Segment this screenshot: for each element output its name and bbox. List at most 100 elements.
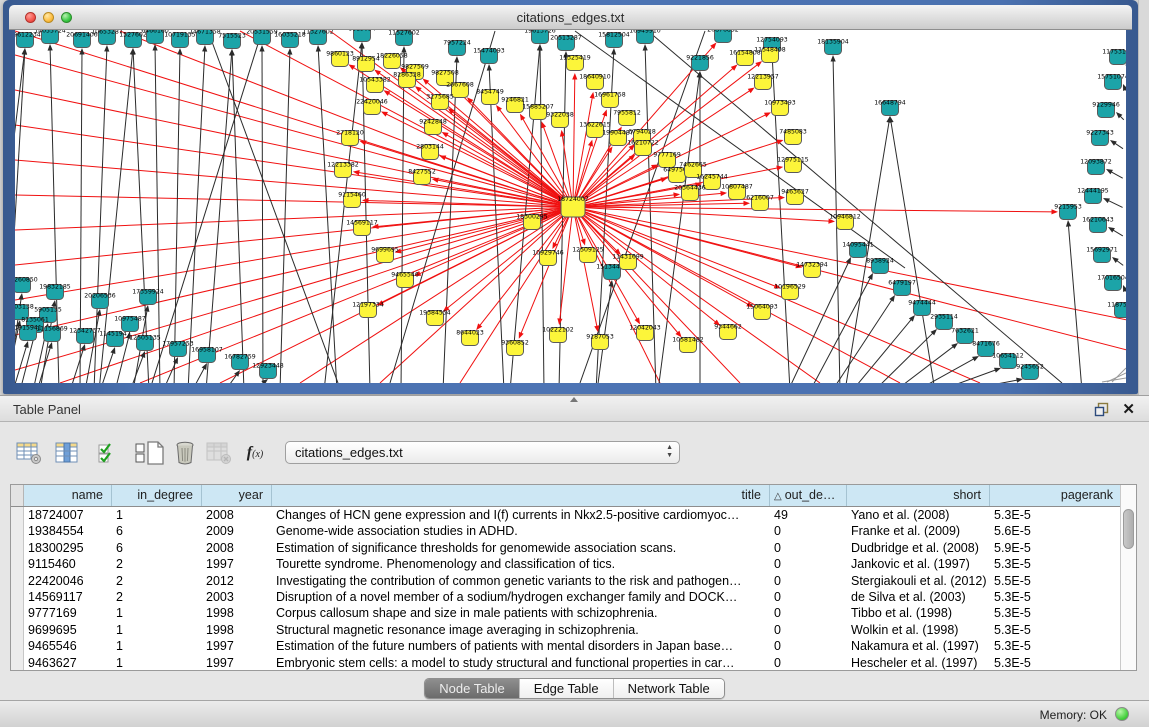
graph-node-label: 9603138: [15, 304, 34, 311]
graph-edge: [578, 210, 750, 305]
graph-node-label: 10946812: [829, 214, 861, 221]
graph-node-label: 11527602: [388, 30, 420, 37]
table-cell-name: 19384554: [24, 523, 112, 539]
close-panel-icon[interactable]: ✕: [1122, 400, 1135, 418]
edge-arrowhead-icon: [1106, 169, 1113, 174]
scrollbar-thumb[interactable]: [1123, 509, 1134, 549]
graph-edge: [15, 160, 573, 207]
graph-edge: [891, 120, 934, 383]
graph-node-label: 6794028: [628, 129, 656, 136]
edge-arrowhead-icon: [889, 295, 895, 302]
float-panel-icon[interactable]: [1094, 402, 1109, 417]
table-row[interactable]: 946362711997Embryonic stem cells: a mode…: [11, 655, 1136, 671]
show-column-icon[interactable]: [52, 439, 82, 467]
graph-edge: [174, 52, 180, 383]
graph-node-label: 10222102: [542, 327, 574, 334]
graph-node-label: 2667608: [446, 82, 474, 89]
edge-arrowhead-icon: [868, 273, 873, 280]
splitter-handle-icon[interactable]: [570, 397, 578, 402]
table-row[interactable]: 946554611997Estimation of the future num…: [11, 638, 1136, 654]
graph-edge: [791, 261, 850, 383]
edge-arrowhead-icon: [110, 347, 115, 354]
tab-network-table[interactable]: Network Table: [614, 679, 724, 698]
row-gutter-cell: [11, 638, 24, 654]
graph-node-label: 16245744: [696, 174, 728, 181]
table-cell-name: 14569117: [24, 589, 112, 605]
function-builder-icon[interactable]: f(x): [240, 439, 270, 467]
graph-edge: [522, 117, 570, 202]
table-cell-in_degree: 1: [112, 605, 202, 621]
column-header-title[interactable]: title: [272, 485, 770, 506]
table-row[interactable]: 911546021997Tourette syndrome. Phenomeno…: [11, 556, 1136, 572]
graph-node-label: 8186328: [393, 72, 421, 79]
graph-node-label: 20876832: [707, 30, 739, 34]
edge-arrowhead-icon: [888, 116, 893, 123]
row-gutter-cell: [11, 655, 24, 671]
tab-edge-table[interactable]: Edge Table: [520, 679, 614, 698]
graph-node-label: 14055724: [34, 30, 66, 35]
graph-edge: [813, 277, 871, 383]
vertical-scrollbar[interactable]: [1120, 485, 1136, 670]
memory-status-label: Memory: OK: [1040, 708, 1107, 722]
column-header-out_de[interactable]: △out_de…: [770, 485, 847, 506]
table-cell-year: 1997: [202, 638, 272, 654]
graph-node-label: 14095441: [842, 242, 874, 249]
table-selector-dropdown[interactable]: citations_edges.txt ▲▼: [285, 441, 680, 464]
graph-node-label: 18300295: [516, 214, 548, 221]
graph-node-label: 9129946: [1092, 102, 1120, 109]
graph-node-label: 18724007: [557, 196, 589, 203]
table-cell-out_de: 49: [770, 507, 847, 523]
graph-node-label: 19832185: [39, 284, 71, 291]
column-header-year[interactable]: year: [202, 485, 272, 506]
table-row[interactable]: 969969511998Structural magnetic resonanc…: [11, 622, 1136, 638]
column-header-short[interactable]: short: [847, 485, 990, 506]
table-cell-pagerank: 5.3E-5: [990, 556, 1122, 572]
table-row[interactable]: 977716911998Corpus callosum shape and si…: [11, 605, 1136, 621]
graph-node-label: 9360852: [501, 340, 529, 347]
graph-edge: [280, 52, 290, 383]
graph-node-label: 12975115: [777, 157, 809, 164]
table-toolbar: f(x) citations_edges.txt ▲▼: [12, 435, 1137, 471]
column-header-name[interactable]: name: [24, 485, 112, 506]
edge-arrowhead-icon: [439, 155, 446, 160]
network-canvas[interactable]: 1961223414055724206914061065328715276026…: [15, 30, 1126, 383]
table-cell-year: 1998: [202, 605, 272, 621]
edge-arrowhead-icon: [316, 45, 321, 52]
edge-arrowhead-icon: [748, 87, 755, 93]
table-cell-short: de Silva et al. (2003): [847, 589, 990, 605]
memory-ok-icon[interactable]: [1115, 707, 1129, 721]
delete-table-icon[interactable]: [170, 439, 200, 467]
table-row[interactable]: 1872400712008Changes of HCN gene express…: [11, 507, 1136, 523]
table-cell-title: Estimation of significance thresholds fo…: [272, 540, 770, 556]
table-tabs: Node Table Edge Table Network Table: [0, 678, 1149, 699]
graph-node-label: 15812504: [598, 32, 630, 39]
graph-node-label: 20364436: [674, 185, 706, 192]
graph-node-label: 12509125: [572, 247, 604, 254]
edge-arrowhead-icon: [776, 166, 783, 171]
graph-node-label: 17957253: [162, 341, 194, 348]
graph-node-label: 8813054: [348, 30, 376, 33]
new-table-icon[interactable]: [140, 439, 170, 467]
table-row[interactable]: 1456911722003Disruption of a novel membe…: [11, 589, 1136, 605]
graph-node-label: 9322038: [546, 112, 574, 119]
table-row[interactable]: 1830029562008Estimation of significance …: [11, 540, 1136, 556]
edge-arrowhead-icon: [432, 178, 439, 183]
graph-edge: [15, 90, 573, 207]
graph-node-label: 12197334: [352, 302, 384, 309]
table-row[interactable]: 1938455462009Genome-wide association stu…: [11, 523, 1136, 539]
network-window-titlebar[interactable]: citations_edges.txt: [9, 5, 1132, 30]
graph-edge: [152, 31, 262, 383]
tab-node-table[interactable]: Node Table: [425, 679, 520, 698]
column-header-pagerank[interactable]: pagerank: [990, 485, 1122, 506]
table-row[interactable]: 2242004622012Investigating the contribut…: [11, 573, 1136, 589]
select-columns-icon[interactable]: [92, 439, 122, 467]
column-header-in_degree[interactable]: in_degree: [112, 485, 202, 506]
edge-arrowhead-icon: [541, 121, 546, 128]
graph-node-label: 20206536: [84, 293, 116, 300]
table-mode-icon[interactable]: [14, 439, 44, 467]
graph-edge: [102, 351, 114, 383]
table-cell-in_degree: 1: [112, 655, 202, 671]
edge-arrowhead-icon: [764, 112, 771, 117]
graph-node-label: 7955812: [613, 110, 641, 117]
graph-node-label: 8427552: [408, 169, 436, 176]
